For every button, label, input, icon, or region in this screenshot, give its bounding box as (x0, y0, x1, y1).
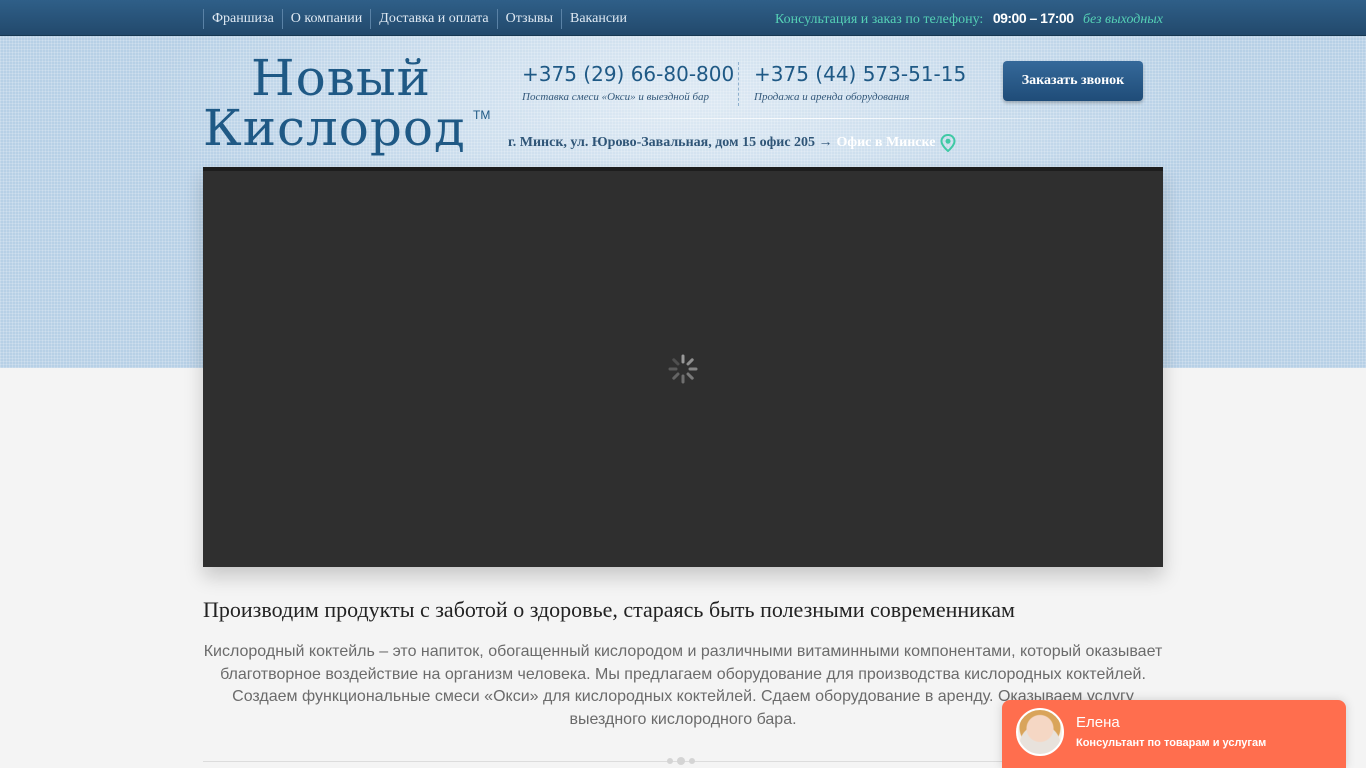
logo-line-2: Кислород (203, 99, 466, 157)
phone-divider (738, 62, 739, 106)
logo[interactable]: Новый Кислород TM (203, 52, 493, 162)
chat-widget[interactable]: Елена Консультант по товарам и услугам (1002, 700, 1346, 768)
loading-spinner-icon (668, 354, 698, 384)
consultant-avatar (1016, 708, 1064, 756)
consult-info: Консультация и заказ по телефону: 09:00 … (775, 9, 1163, 29)
nav-link-about[interactable]: О компании (281, 9, 370, 29)
divider-dots (667, 757, 695, 765)
map-pin-icon[interactable] (940, 133, 956, 153)
nav-link-reviews[interactable]: Отзывы (496, 9, 561, 29)
top-bar: Франшиза О компании Доставка и оплата От… (0, 0, 1366, 36)
address-text: г. Минск, ул. Юрово-Завальная, дом 15 оф… (508, 135, 833, 150)
nav-link-delivery[interactable]: Доставка и оплата (370, 9, 496, 29)
page-headline: Производим продукты с заботой о здоровье… (203, 597, 1015, 622)
nav-link-vacancies[interactable]: Вакансии (561, 9, 635, 29)
logo-line-1: Новый (251, 49, 431, 107)
phone-desc-1: Поставка смеси «Окси» и выездной бар (522, 91, 710, 103)
consultant-role: Консультант по товарам и услугам (1076, 737, 1267, 749)
dot (689, 758, 695, 764)
trademark-mark: TM (473, 108, 491, 122)
work-hours: 09:00 – 17:00 (992, 10, 1074, 26)
dot (667, 758, 673, 764)
consultant-name: Елена (1076, 714, 1120, 731)
order-call-button[interactable]: Заказать звонок (1003, 61, 1143, 101)
phone-number-2[interactable]: +375 (44) 573-51-15 (754, 62, 966, 86)
office-link[interactable]: Офис в Минске (837, 135, 936, 151)
consult-label: Консультация и заказ по телефону: (774, 12, 984, 27)
header-divider (508, 118, 1143, 119)
phone-block-1: +375 (29) 66-80-800 Поставка смеси «Окси… (522, 62, 734, 103)
work-days: без выходных (1083, 12, 1163, 27)
phone-block-2: +375 (44) 573-51-15 Продажа и аренда обо… (754, 62, 966, 103)
dot (677, 757, 685, 765)
video-player[interactable] (203, 167, 1163, 567)
address: г. Минск, ул. Юрово-Завальная, дом 15 оф… (508, 133, 956, 153)
phone-desc-2: Продажа и аренда оборудования (754, 91, 910, 103)
nav-link-franchise[interactable]: Франшиза (203, 9, 282, 29)
phone-number-1[interactable]: +375 (29) 66-80-800 (522, 62, 734, 86)
top-nav: Франшиза О компании Доставка и оплата От… (203, 9, 635, 29)
